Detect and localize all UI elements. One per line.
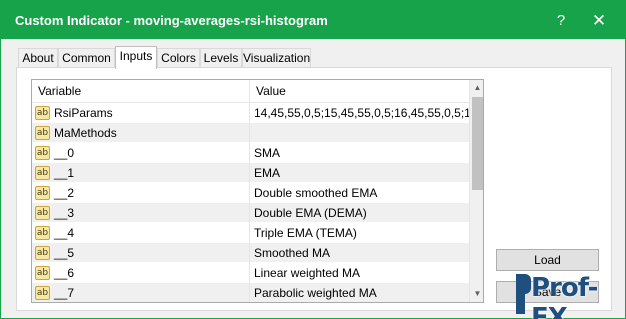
variable-name: __1 [54,166,75,180]
string-type-icon: ab [35,186,50,200]
value-cell[interactable]: Linear weighted MA [250,263,469,283]
column-header-variable[interactable]: Variable [32,80,250,102]
inputs-grid: Variable Value ab RsiParams 14,45,55,0,5;… [31,79,484,303]
table-row[interactable]: ab __3 Double EMA (DEMA) [32,203,469,223]
table-row[interactable]: ab __5 Smoothed MA [32,243,469,263]
tab-inputs[interactable]: Inputs [115,46,157,69]
vertical-scrollbar[interactable]: ▲ ▼ [469,80,483,302]
table-row[interactable]: ab __0 SMA [32,143,469,163]
close-icon[interactable]: ✕ [587,10,611,32]
variable-name: RsiParams [54,106,113,120]
watermark-logo: Prof-FX [508,270,626,319]
string-type-icon: ab [35,226,50,240]
value-cell[interactable]: SMA [250,143,469,163]
help-icon[interactable]: ? [549,10,573,32]
value-cell[interactable] [250,123,469,143]
value-cell[interactable]: EMA [250,163,469,183]
variable-cell: ab __7 [32,283,250,302]
window-title: Custom Indicator - moving-averages-rsi-h… [15,13,328,28]
variable-cell: ab __1 [32,163,250,183]
variable-name: __6 [54,266,75,280]
table-row[interactable]: ab __4 Triple EMA (TEMA) [32,223,469,243]
variable-name: __0 [54,146,75,160]
value-cell[interactable]: Smoothed MA [250,243,469,263]
string-type-icon: ab [35,146,50,160]
variable-cell: ab MaMethods [32,123,250,143]
tab-about[interactable]: About [18,48,58,68]
table-row[interactable]: ab __1 EMA [32,163,469,183]
string-type-icon: ab [35,206,50,220]
value-cell[interactable]: Double smoothed EMA [250,183,469,203]
value-cell[interactable]: Triple EMA (TEMA) [250,223,469,243]
variable-name: __2 [54,186,75,200]
variable-cell: ab RsiParams [32,103,250,123]
table-row[interactable]: ab MaMethods [32,123,469,143]
column-header-value[interactable]: Value [250,80,469,102]
variable-cell: ab __4 [32,223,250,243]
table-row[interactable]: ab RsiParams 14,45,55,0,5;15,45,55,0,5;16… [32,103,469,123]
string-type-icon: ab [35,246,50,260]
value-cell[interactable]: Parabolic weighted MA [250,283,469,302]
table-row[interactable]: ab __6 Linear weighted MA [32,263,469,283]
grid-rows: ab RsiParams 14,45,55,0,5;15,45,55,0,5;16… [32,103,469,302]
title-bar[interactable]: Custom Indicator - moving-averages-rsi-h… [1,1,625,39]
string-type-icon: ab [35,266,50,280]
variable-cell: ab __2 [32,183,250,203]
grid-header: Variable Value [32,80,469,103]
string-type-icon: ab [35,286,50,300]
string-type-icon: ab [35,166,50,180]
tab-colors[interactable]: Colors [157,48,200,68]
value-cell[interactable]: Double EMA (DEMA) [250,203,469,223]
value-cell[interactable]: 14,45,55,0,5;15,45,55,0,5;16,45,55,0,5;1… [250,103,469,123]
tab-visualization[interactable]: Visualization [242,48,311,68]
tab-levels[interactable]: Levels [200,48,242,68]
watermark-text: Prof-FX [531,273,598,319]
variable-name: MaMethods [54,126,117,140]
string-type-icon: ab [35,126,50,140]
table-row[interactable]: ab __2 Double smoothed EMA [32,183,469,203]
load-button[interactable]: Load [496,249,599,271]
string-type-icon: ab [35,106,50,120]
table-row[interactable]: ab __7 Parabolic weighted MA [32,283,469,302]
variable-cell: ab __3 [32,203,250,223]
logo-bar-icon [516,274,525,314]
variable-name: __3 [54,206,75,220]
scroll-down-icon[interactable]: ▼ [470,286,483,302]
variable-name: __4 [54,226,75,240]
variable-cell: ab __6 [32,263,250,283]
variable-name: __5 [54,246,75,260]
variable-name: __7 [54,286,75,300]
scroll-thumb[interactable] [472,97,483,190]
variable-cell: ab __0 [32,143,250,163]
variable-cell: ab __5 [32,243,250,263]
tab-common[interactable]: Common [58,48,115,68]
scroll-up-icon[interactable]: ▲ [470,80,483,96]
